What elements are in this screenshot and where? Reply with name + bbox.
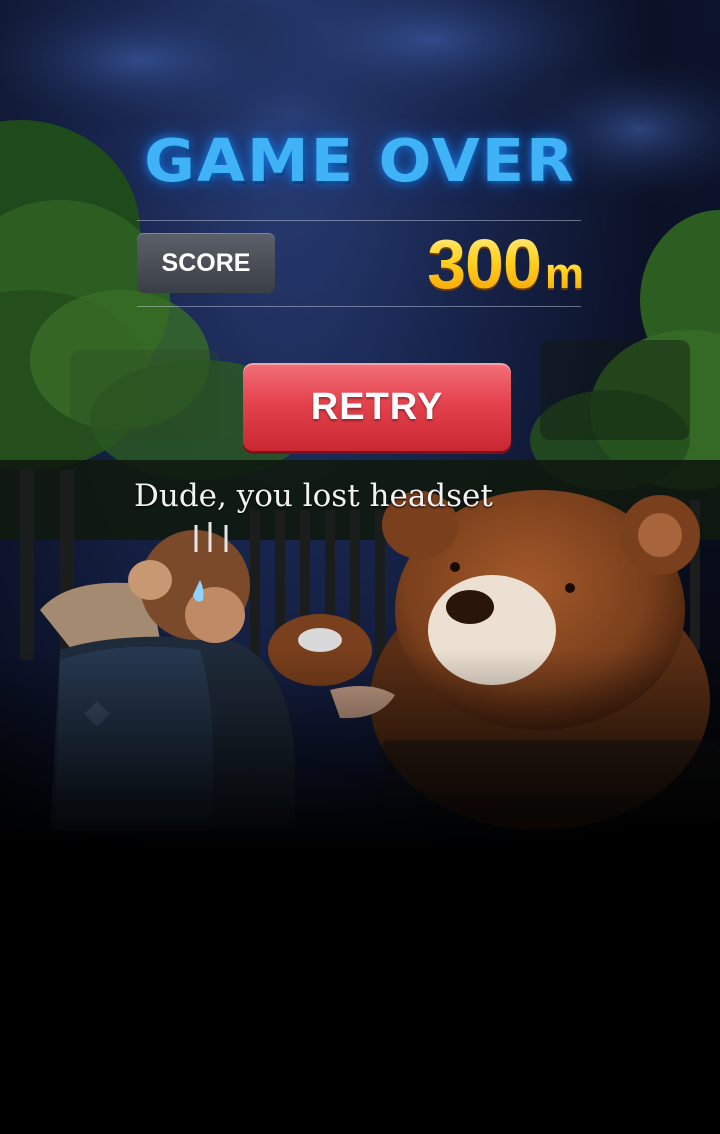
score-value: 300 bbox=[427, 225, 542, 303]
headset-piece bbox=[298, 628, 342, 652]
divider-bottom bbox=[137, 306, 581, 307]
boy-hand bbox=[128, 560, 172, 600]
bear-nose bbox=[446, 590, 494, 624]
score-unit: m bbox=[544, 249, 584, 298]
game-over-title: GAME OVER bbox=[144, 125, 576, 196]
game-over-screen: GAME OVER SCORE 300 m RETRY Dude, you lo… bbox=[0, 0, 720, 1134]
retry-button[interactable]: RETRY bbox=[243, 363, 511, 451]
score-display: 300 m bbox=[427, 224, 584, 304]
divider-top bbox=[137, 220, 581, 221]
score-label-badge: SCORE bbox=[137, 233, 275, 293]
game-over-message: Dude, you lost headset bbox=[134, 478, 493, 514]
